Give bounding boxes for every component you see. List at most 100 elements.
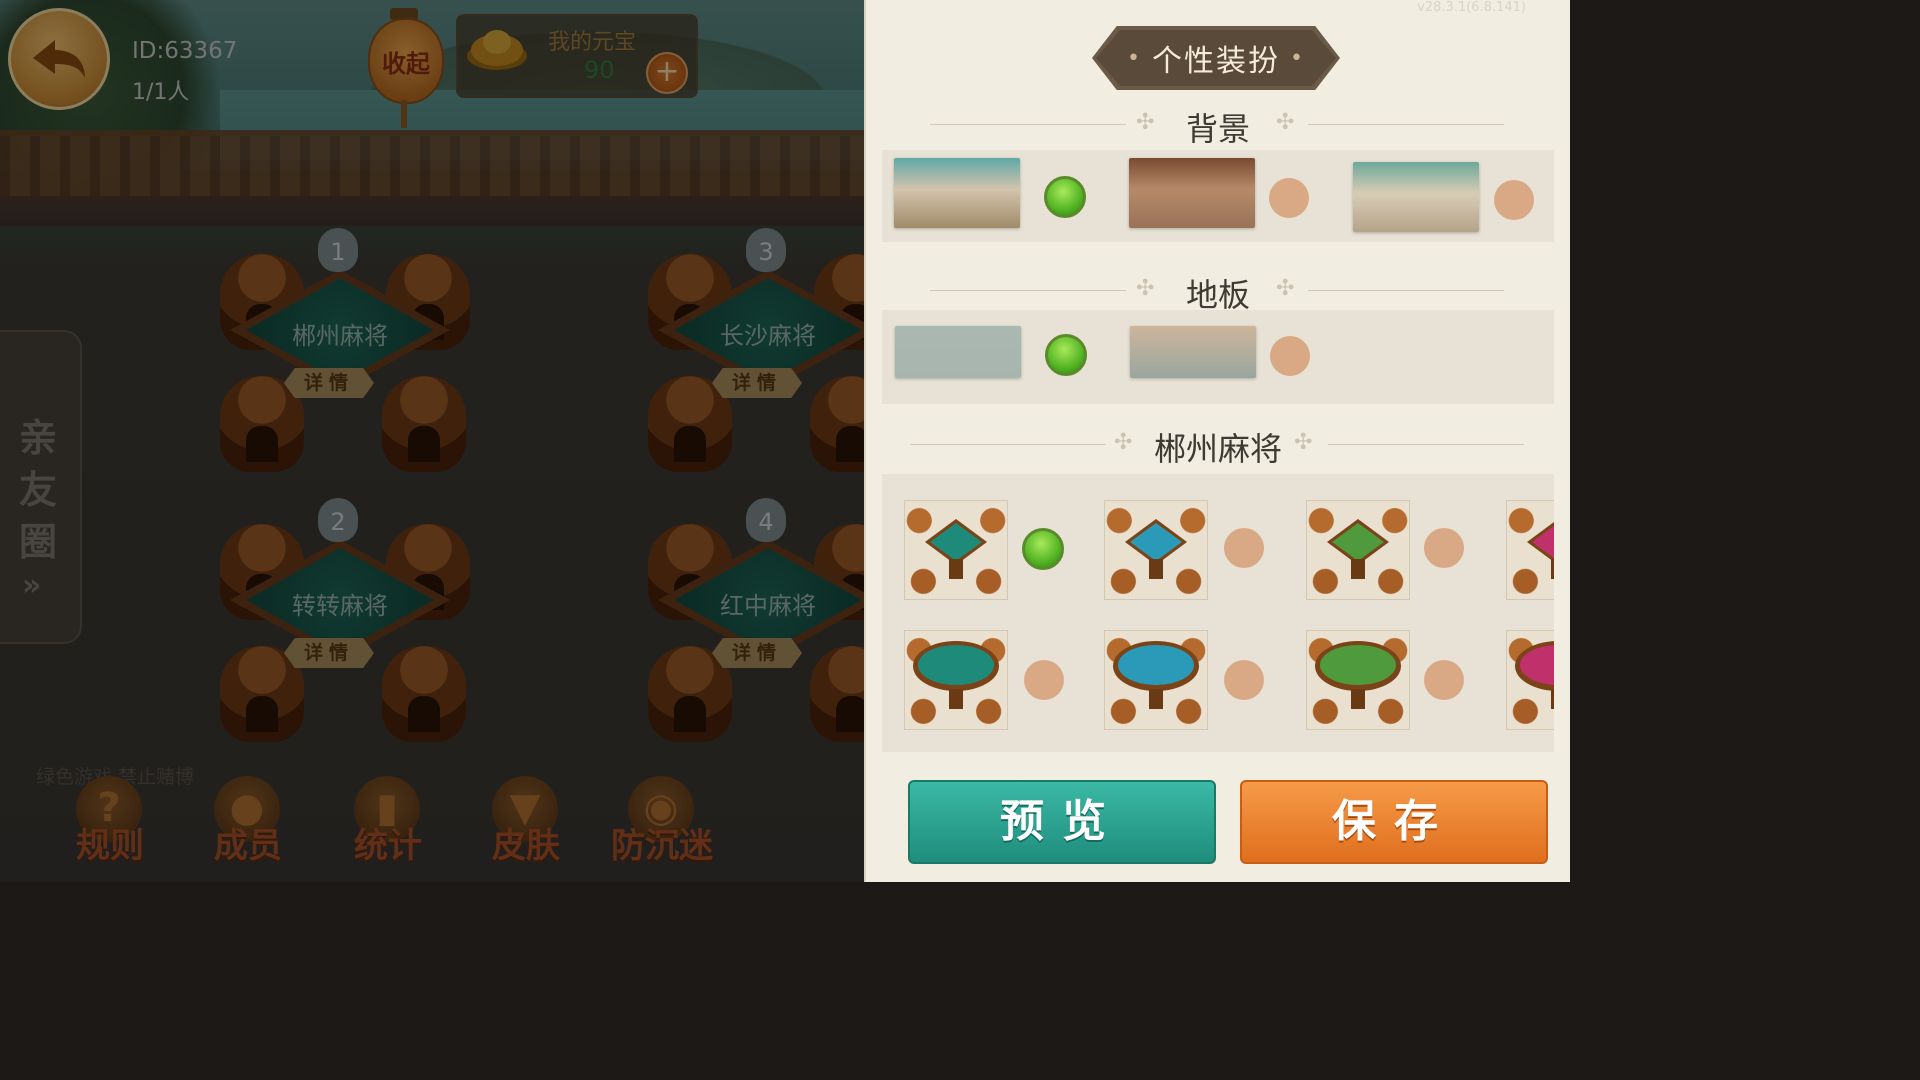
floor-options-strip — [882, 310, 1554, 404]
double-chevron-icon: » — [22, 568, 42, 603]
table-detail-button[interactable]: 详情 — [284, 638, 374, 668]
table-number-badge: 4 — [746, 498, 786, 542]
felt — [1118, 645, 1194, 685]
square-table-radio[interactable] — [1224, 528, 1264, 568]
round-table-radio[interactable] — [1024, 660, 1064, 700]
table-detail-button[interactable]: 详情 — [712, 368, 802, 398]
wooden-deck — [0, 196, 864, 226]
statistics-button[interactable]: ▮ 统计 — [338, 772, 438, 872]
room-id: ID:63367 — [132, 38, 238, 64]
table-style-section-header: ✣ 郴州麻将 ✣ — [866, 424, 1570, 468]
background-option-radio[interactable] — [1494, 180, 1534, 220]
divider-line — [1308, 290, 1504, 291]
table-game-name: 长沙麻将 — [720, 322, 816, 350]
back-button[interactable] — [8, 8, 110, 110]
back-arrow-icon — [33, 40, 85, 78]
knot-ornament-icon: ✣ — [1276, 276, 1295, 301]
table-detail-button[interactable]: 详情 — [712, 638, 802, 668]
felt — [1320, 645, 1396, 685]
statistics-label: 统计 — [354, 826, 422, 866]
table-leg — [949, 689, 963, 709]
mahjong-table-2[interactable]: 转转麻将 2 详情 — [210, 496, 470, 742]
title-plate-inner: • 个性装扮 • — [1096, 30, 1336, 86]
gold-ingot-icon — [467, 30, 527, 70]
round-tabletop — [1315, 641, 1401, 691]
background-options-strip — [882, 150, 1554, 242]
table-style-options-strip — [882, 474, 1554, 752]
preview-button[interactable]: 预览 — [908, 780, 1216, 864]
table-style-section-title: 郴州麻将 — [1153, 430, 1282, 468]
anti-addiction-label: 防沉迷 — [611, 826, 713, 866]
square-table-option[interactable] — [1306, 500, 1410, 600]
lantern-tassel — [401, 100, 407, 128]
rules-button[interactable]: ? 规则 — [60, 772, 160, 872]
round-table-option[interactable] — [904, 630, 1008, 730]
anti-addiction-button[interactable]: ◉ 防沉迷 — [611, 772, 713, 872]
lantern-body: 收起 — [368, 18, 444, 104]
round-tabletop — [913, 641, 999, 691]
stool — [810, 646, 864, 742]
round-table-radio[interactable] — [1424, 660, 1464, 700]
mahjong-table-1[interactable]: 郴州麻将 1 详情 — [210, 226, 470, 472]
round-table-option[interactable] — [1306, 630, 1410, 730]
background-option-thumb[interactable] — [1353, 162, 1479, 232]
table-leg — [1351, 689, 1365, 709]
rules-label: 规则 — [76, 826, 144, 866]
background-option-radio-selected[interactable] — [1044, 176, 1086, 218]
skin-button[interactable]: ▼ 皮肤 — [476, 772, 576, 872]
bottom-navigation: ? 规则 ● 成员 ▮ 统计 ▼ 皮肤 ◉ 防沉迷 — [60, 772, 760, 872]
background-option-thumb[interactable] — [894, 158, 1020, 228]
friends-circle-tab[interactable]: 亲友圈 » — [0, 330, 82, 644]
members-button[interactable]: ● 成员 — [198, 772, 298, 872]
collapse-lantern-button[interactable]: 收起 — [368, 8, 444, 128]
table-leg — [1149, 689, 1163, 709]
round-table-option[interactable] — [1506, 630, 1554, 730]
divider-line — [1308, 124, 1504, 125]
square-table-radio[interactable] — [1424, 528, 1464, 568]
floor-option-radio[interactable] — [1270, 336, 1310, 376]
background-option-thumb[interactable] — [1129, 158, 1255, 228]
table-number-badge: 3 — [746, 228, 786, 272]
table-number-badge: 1 — [318, 228, 358, 272]
table-leg — [1149, 559, 1163, 579]
collapse-label: 收起 — [382, 49, 430, 78]
table-number-badge: 2 — [318, 498, 358, 542]
table-detail-button[interactable]: 详情 — [284, 368, 374, 398]
table-game-name: 转转麻将 — [292, 592, 388, 620]
round-table-option[interactable] — [1104, 630, 1208, 730]
floor-option-thumb[interactable] — [895, 326, 1021, 378]
wooden-railing — [0, 130, 864, 204]
stool — [810, 376, 864, 472]
floor-option-thumb[interactable] — [1130, 326, 1256, 378]
friends-circle-label: 亲友圈 — [18, 416, 57, 564]
table-leg — [1351, 559, 1365, 579]
background-section-title: 背景 — [1185, 110, 1250, 148]
members-label: 成员 — [214, 826, 282, 866]
mahjong-table-4[interactable]: 红中麻将 4 详情 — [638, 496, 864, 742]
title-dot: • — [1290, 45, 1305, 71]
square-table-option[interactable] — [1506, 500, 1554, 600]
mahjong-table-3[interactable]: 长沙麻将 3 详情 — [638, 226, 864, 472]
round-table-radio[interactable] — [1224, 660, 1264, 700]
table-leg — [1551, 559, 1554, 579]
ingot-title: 我的元宝 — [548, 30, 637, 55]
ingot-value: 90 — [584, 56, 615, 84]
divider-line — [1328, 444, 1524, 445]
player-count: 1/1人 — [132, 80, 190, 105]
panel-title: 个性装扮 — [1152, 44, 1280, 79]
game-lobby-scene: ID:63367 1/1人 收起 我的元宝 90 + 亲友圈 » 郴州麻将 1 … — [0, 0, 864, 882]
square-table-radio-selected[interactable] — [1022, 528, 1064, 570]
floor-option-radio-selected[interactable] — [1045, 334, 1087, 376]
table-leg — [949, 559, 963, 579]
background-section-header: ✣ 背景 ✣ — [866, 104, 1570, 148]
save-button[interactable]: 保存 — [1240, 780, 1548, 864]
knot-ornament-icon: ✣ — [1294, 430, 1313, 455]
skin-label: 皮肤 — [492, 826, 560, 866]
background-option-radio[interactable] — [1269, 178, 1309, 218]
square-table-option[interactable] — [1104, 500, 1208, 600]
round-tabletop — [1113, 641, 1199, 691]
add-ingot-button[interactable]: + — [646, 52, 688, 94]
version-label: v28.3.1(6.8.141) — [1417, 0, 1526, 15]
square-table-option[interactable] — [904, 500, 1008, 600]
felt — [918, 645, 994, 685]
